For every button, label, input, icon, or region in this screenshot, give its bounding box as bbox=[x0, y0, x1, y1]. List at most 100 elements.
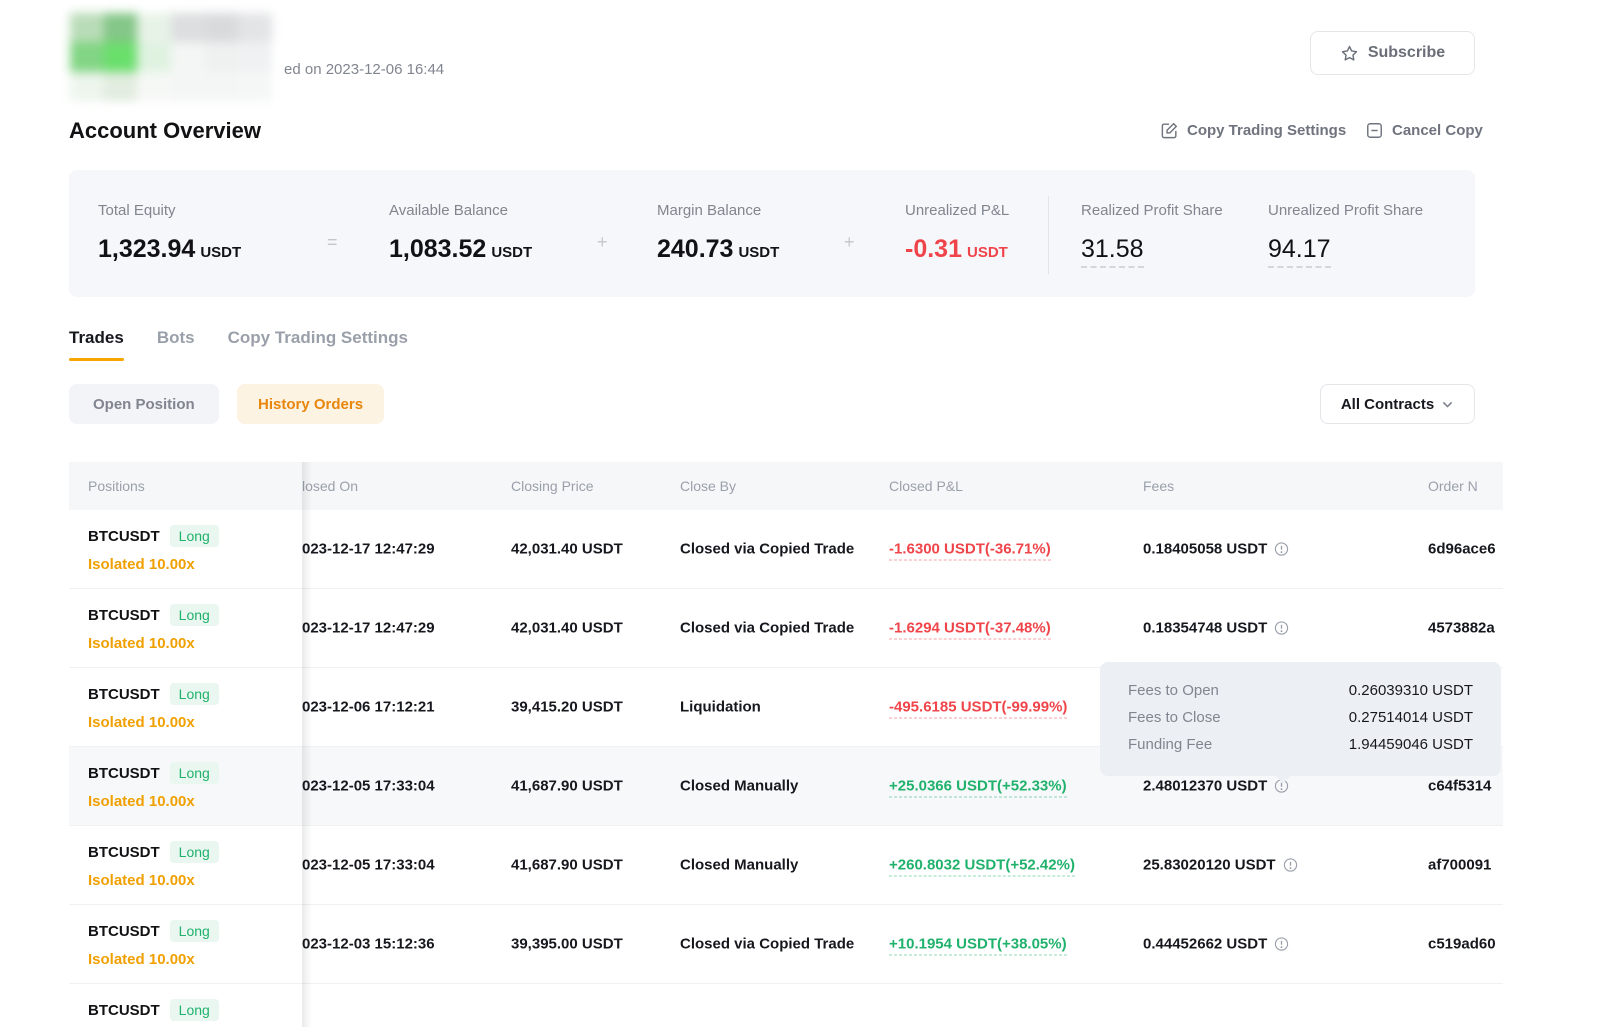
fees-cell: 25.83020120 USDT bbox=[1143, 857, 1298, 874]
close-by: Liquidation bbox=[680, 699, 761, 716]
table-header: Positions losed On Closing Price Close B… bbox=[69, 462, 1503, 510]
tab-copy-trading-settings[interactable]: Copy Trading Settings bbox=[228, 328, 408, 361]
side-badge: Long bbox=[170, 683, 219, 705]
stat-label: Total Equity bbox=[98, 202, 241, 219]
closed-pnl: -1.6300 USDT(-36.71%) bbox=[889, 541, 1051, 558]
cancel-copy-label: Cancel Copy bbox=[1392, 122, 1483, 139]
col-fees: Fees bbox=[1143, 478, 1174, 494]
side-badge: Long bbox=[170, 604, 219, 626]
stat-label: Available Balance bbox=[389, 202, 532, 219]
symbol: BTCUSDT bbox=[88, 765, 160, 782]
stat-value: 1,323.94 bbox=[98, 235, 195, 263]
position-cell: BTCUSDT Long Isolated 10.00x bbox=[88, 762, 219, 810]
subscribe-label: Subscribe bbox=[1368, 44, 1445, 62]
account-stats-bar: Total Equity 1,323.94USDT = Available Ba… bbox=[69, 170, 1475, 297]
stat-label: Unrealized Profit Share bbox=[1268, 202, 1423, 219]
closed-on: 023-12-05 17:33:04 bbox=[302, 857, 435, 874]
col-closing-price: Closing Price bbox=[511, 478, 593, 494]
order-no: c519ad60 bbox=[1428, 936, 1496, 953]
stat-unrealized-profit-share: Unrealized Profit Share 94.17 bbox=[1268, 202, 1423, 264]
margin-mode: Isolated 10.00x bbox=[88, 951, 219, 968]
side-badge: Long bbox=[170, 999, 219, 1021]
minus-square-icon bbox=[1365, 121, 1384, 140]
closing-price: 41,687.90 USDT bbox=[511, 778, 623, 795]
stat-available-balance: Available Balance 1,083.52USDT bbox=[389, 202, 532, 264]
tooltip-label: Funding Fee bbox=[1128, 731, 1212, 758]
side-badge: Long bbox=[170, 762, 219, 784]
symbol: BTCUSDT bbox=[88, 1002, 160, 1019]
stat-total-equity: Total Equity 1,323.94 USDT bbox=[98, 202, 241, 264]
table-row: BTCUSDTLong Isolated 10.00x 023-12-03 15… bbox=[69, 905, 1503, 984]
closed-on: 023-12-17 12:47:29 bbox=[302, 541, 435, 558]
tooltip-value: 0.26039310 USDT bbox=[1349, 677, 1473, 704]
position-cell: BTCUSDTLong Isolated 10.00x bbox=[88, 920, 219, 968]
open-position-button[interactable]: Open Position bbox=[69, 384, 219, 424]
info-icon[interactable] bbox=[1283, 858, 1298, 873]
subscribe-button[interactable]: Subscribe bbox=[1310, 31, 1475, 75]
table-row: BTCUSDTLong Isolated 10.00x 023-12-17 12… bbox=[69, 589, 1503, 668]
side-badge: Long bbox=[170, 525, 219, 547]
stat-value: 1,083.52 bbox=[389, 235, 486, 263]
margin-mode: Isolated 10.00x bbox=[88, 556, 219, 573]
closed-pnl: -495.6185 USDT(-99.99%) bbox=[889, 699, 1067, 716]
tooltip-row: Fees to Open 0.26039310 USDT bbox=[1100, 677, 1501, 704]
stat-value: -0.31 bbox=[905, 235, 962, 263]
col-closed-on: losed On bbox=[302, 478, 358, 494]
tooltip-value: 0.27514014 USDT bbox=[1349, 704, 1473, 731]
history-orders-button[interactable]: History Orders bbox=[237, 384, 384, 424]
closed-on: 023-12-05 17:33:04 bbox=[302, 778, 435, 795]
copy-trading-settings-button[interactable]: Copy Trading Settings bbox=[1160, 121, 1346, 140]
close-by: Closed via Copied Trade bbox=[680, 620, 854, 637]
col-order-no: Order N bbox=[1428, 478, 1478, 494]
symbol: BTCUSDT bbox=[88, 844, 160, 861]
stat-unit: USDT bbox=[967, 244, 1008, 261]
info-icon[interactable] bbox=[1274, 621, 1289, 636]
closing-price: 42,031.40 USDT bbox=[511, 620, 623, 637]
operator-plus: + bbox=[844, 232, 855, 253]
table-row-partial: BTCUSDTLong Isolated 10.00x bbox=[69, 984, 1503, 1027]
margin-mode: Isolated 10.00x bbox=[88, 635, 219, 652]
closed-pnl: +10.1954 USDT(+38.05%) bbox=[889, 936, 1067, 953]
stat-margin-balance: Margin Balance 240.73USDT bbox=[657, 202, 779, 264]
avatar-blurred bbox=[70, 13, 272, 101]
order-no: 6d96ace6 bbox=[1428, 541, 1496, 558]
close-by: Closed via Copied Trade bbox=[680, 936, 854, 953]
chevron-down-icon bbox=[1441, 398, 1454, 411]
symbol: BTCUSDT bbox=[88, 607, 160, 624]
info-icon[interactable] bbox=[1274, 542, 1289, 557]
order-no: c64f5314 bbox=[1428, 778, 1491, 795]
stat-label: Unrealized P&L bbox=[905, 202, 1009, 219]
closing-price: 39,395.00 USDT bbox=[511, 936, 623, 953]
close-by: Closed Manually bbox=[680, 778, 798, 795]
cancel-copy-button[interactable]: Cancel Copy bbox=[1365, 121, 1483, 140]
closed-on: 023-12-03 15:12:36 bbox=[302, 936, 435, 953]
closing-price: 39,415.20 USDT bbox=[511, 699, 623, 716]
symbol: BTCUSDT bbox=[88, 528, 160, 545]
table-row: BTCUSDT Long Isolated 10.00x 023-12-17 12… bbox=[69, 510, 1503, 589]
stat-label: Margin Balance bbox=[657, 202, 779, 219]
position-cell: BTCUSDT Long Isolated 10.00x bbox=[88, 683, 219, 731]
contracts-dropdown-value: All Contracts bbox=[1341, 396, 1434, 413]
col-close-by: Close By bbox=[680, 478, 736, 494]
contracts-dropdown[interactable]: All Contracts bbox=[1320, 384, 1475, 424]
closed-pnl: +260.8032 USDT(+52.42%) bbox=[889, 857, 1075, 874]
main-tabs: Trades Bots Copy Trading Settings bbox=[69, 328, 408, 361]
margin-mode: Isolated 10.00x bbox=[88, 872, 219, 889]
page-title: Account Overview bbox=[69, 118, 261, 144]
tooltip-label: Fees to Open bbox=[1128, 677, 1219, 704]
symbol: BTCUSDT bbox=[88, 686, 160, 703]
stat-unit: USDT bbox=[738, 244, 779, 261]
side-badge: Long bbox=[170, 841, 219, 863]
tab-trades[interactable]: Trades bbox=[69, 328, 124, 361]
stat-value[interactable]: 31.58 bbox=[1081, 235, 1144, 268]
margin-mode: Isolated 10.00x bbox=[88, 793, 219, 810]
stat-value[interactable]: 94.17 bbox=[1268, 235, 1331, 268]
fees-cell: 0.18405058 USDT bbox=[1143, 541, 1289, 558]
stat-unrealized-pnl: Unrealized P&L -0.31 USDT bbox=[905, 202, 1009, 264]
info-icon[interactable] bbox=[1274, 937, 1289, 952]
margin-mode: Isolated 10.00x bbox=[88, 714, 219, 731]
closed-pnl: +25.0366 USDT(+52.33%) bbox=[889, 778, 1067, 795]
stat-unit: USDT bbox=[200, 244, 241, 261]
tooltip-value: 1.94459046 USDT bbox=[1349, 731, 1473, 758]
tab-bots[interactable]: Bots bbox=[157, 328, 195, 361]
